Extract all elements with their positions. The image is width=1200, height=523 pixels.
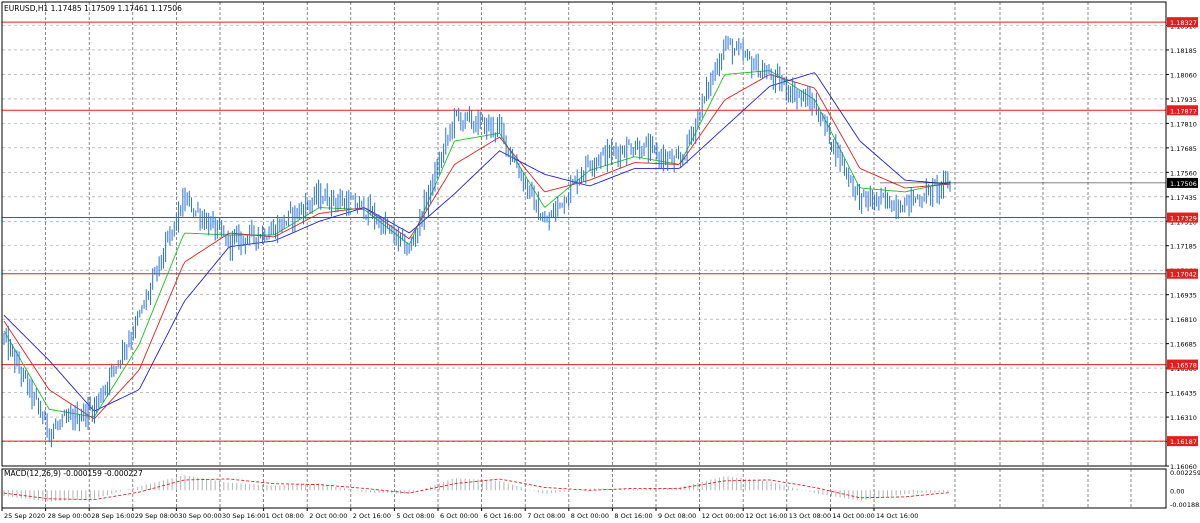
level-tag-label: 1.16578 — [1170, 362, 1197, 370]
time-tick-label: 14 Oct 00:00 — [832, 512, 874, 520]
time-tick-label: 9 Oct 08:00 — [658, 512, 696, 520]
chart-header: EURUSD,H1 1.17485 1.17509 1.17461 1.1750… — [4, 4, 182, 13]
time-tick-label: 25 Sep 2020 — [4, 512, 45, 520]
time-tick-label: 8 Oct 00:00 — [571, 512, 609, 520]
macd-header: MACD(12,26,9) -0.000159 -0.000227 — [4, 469, 143, 478]
current-price-label: 1.17506 — [1170, 180, 1197, 188]
time-tick-label: 29 Sep 08:00 — [135, 512, 178, 520]
price-tick-label: 1.17185 — [1170, 243, 1197, 251]
price-tick-label: 1.18060 — [1170, 71, 1197, 79]
price-tick-label: 1.16310 — [1170, 414, 1197, 422]
time-tick-label: 12 Oct 00:00 — [702, 512, 744, 520]
level-tag-label: 1.16187 — [1170, 438, 1197, 446]
time-tick-label: 12 Oct 16:00 — [745, 512, 787, 520]
time-tick-label: 7 Oct 08:00 — [527, 512, 565, 520]
price-tick-label: 1.17935 — [1170, 96, 1197, 104]
time-tick-label: 1 Oct 08:00 — [266, 512, 304, 520]
level-tag-label: 1.18327 — [1170, 19, 1197, 27]
level-tag-label: 1.17877 — [1170, 107, 1197, 115]
time-tick-label: 6 Oct 00:00 — [440, 512, 478, 520]
time-tick-label: 14 Oct 16:00 — [876, 512, 918, 520]
price-tick-label: 1.17435 — [1170, 194, 1197, 202]
price-tick-label: 1.17685 — [1170, 145, 1197, 153]
macd-scale-label: -0.001882 — [1170, 501, 1200, 509]
price-tick-label: 1.16685 — [1170, 341, 1197, 349]
price-tick-label: 1.16935 — [1170, 292, 1197, 300]
time-tick-label: 30 Sep 00:00 — [178, 512, 221, 520]
chart-window: 1.183101.181851.180601.179351.178101.176… — [0, 0, 1200, 523]
level-tag-label: 1.17329 — [1170, 215, 1197, 223]
time-tick-label: 30 Sep 16:00 — [222, 512, 265, 520]
time-tick-label: 6 Oct 16:00 — [484, 512, 522, 520]
price-tick-label: 1.18185 — [1170, 47, 1197, 55]
price-tick-label: 1.17560 — [1170, 169, 1197, 177]
price-tick-label: 1.17810 — [1170, 120, 1197, 128]
level-tag-label: 1.17042 — [1170, 271, 1197, 279]
macd-scale-label: 0.002259 — [1170, 469, 1200, 477]
macd-scale-label: 0.00 — [1170, 487, 1184, 495]
time-tick-label: 2 Oct 16:00 — [353, 512, 391, 520]
time-tick-label: 28 Sep 16:00 — [91, 512, 134, 520]
price-tick-label: 1.16810 — [1170, 316, 1197, 324]
time-tick-label: 28 Sep 00:00 — [48, 512, 91, 520]
time-tick-label: 8 Oct 16:00 — [614, 512, 652, 520]
chart-background — [0, 0, 1200, 523]
time-tick-label: 5 Oct 08:00 — [396, 512, 434, 520]
time-tick-label: 2 Oct 00:00 — [309, 512, 347, 520]
price-tick-label: 1.16435 — [1170, 390, 1197, 398]
time-tick-label: 13 Oct 08:00 — [789, 512, 831, 520]
